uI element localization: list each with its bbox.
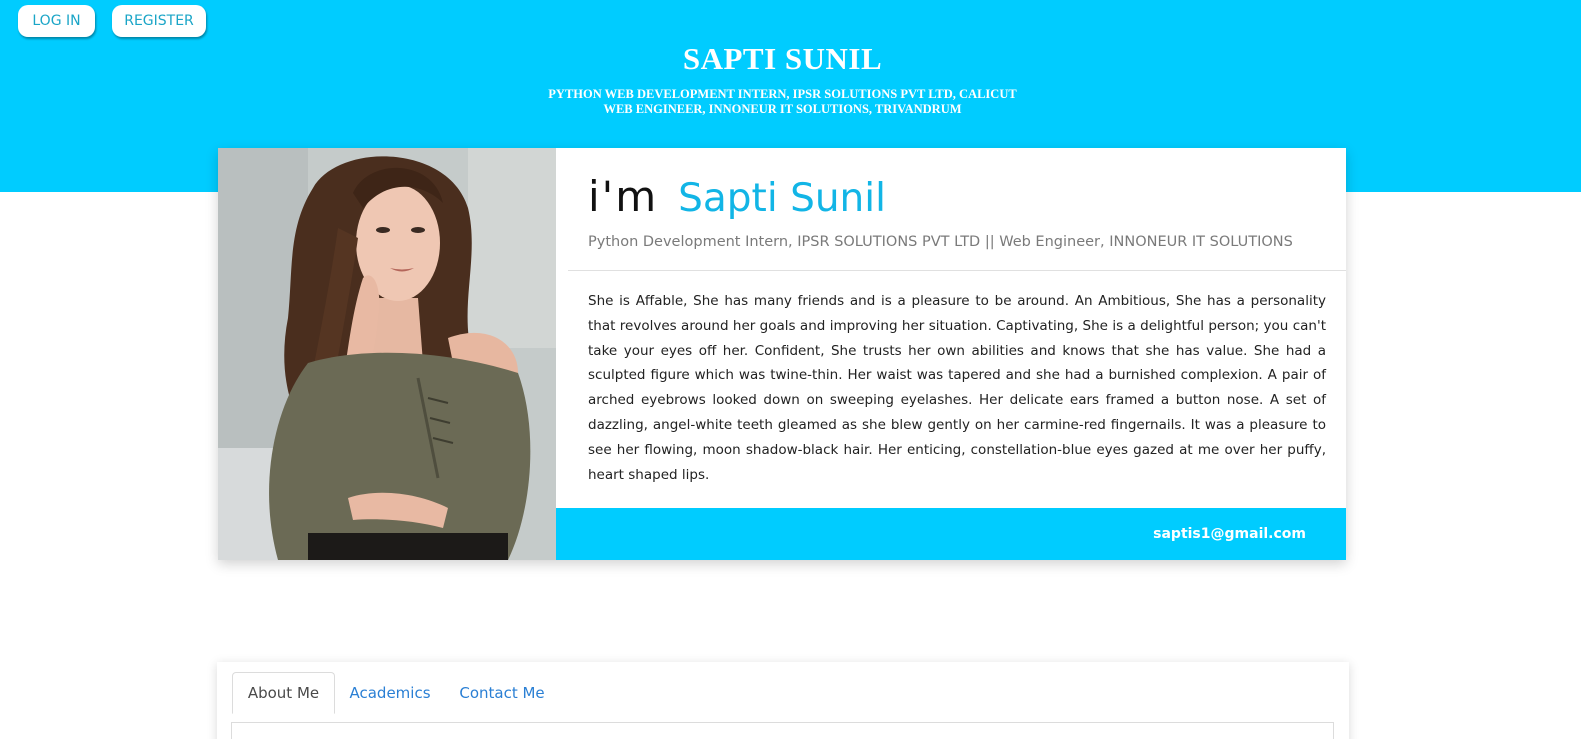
profile-photo xyxy=(218,148,556,560)
profile-photo-illustration xyxy=(218,148,556,560)
profile-card: i'm Sapti Sunil Python Development Intern… xyxy=(218,148,1346,560)
login-button[interactable]: LOG IN xyxy=(18,5,95,37)
site-title: SAPTI SUNIL xyxy=(682,41,883,76)
tab-academics[interactable]: Academics xyxy=(347,672,433,714)
site-subtitle-line1: PYTHON WEB DEVELOPMENT INTERN, IPSR SOLU… xyxy=(548,87,1017,101)
divider xyxy=(568,270,1346,271)
profile-roles: Python Development Intern, IPSR SOLUTION… xyxy=(588,234,1293,250)
register-button[interactable]: REGISTER xyxy=(112,5,206,37)
profile-bio: She is Affable, She has many friends and… xyxy=(588,293,1326,483)
tab-content-panel xyxy=(231,722,1334,739)
greeting-heading: i'm Sapti Sunil xyxy=(588,172,886,222)
greeting-prefix: i'm xyxy=(588,172,659,221)
tabs-card: About Me Academics Contact Me xyxy=(217,662,1349,739)
profile-name: Sapti Sunil xyxy=(678,176,886,221)
email-bar: saptis1@gmail.com xyxy=(556,508,1346,560)
profile-email[interactable]: saptis1@gmail.com xyxy=(1153,526,1306,542)
site-subtitle-line2: WEB ENGINEER, INNONEUR IT SOLUTIONS, TRI… xyxy=(603,102,962,116)
tab-about-me[interactable]: About Me xyxy=(232,672,335,714)
tab-contact-me[interactable]: Contact Me xyxy=(453,672,551,714)
